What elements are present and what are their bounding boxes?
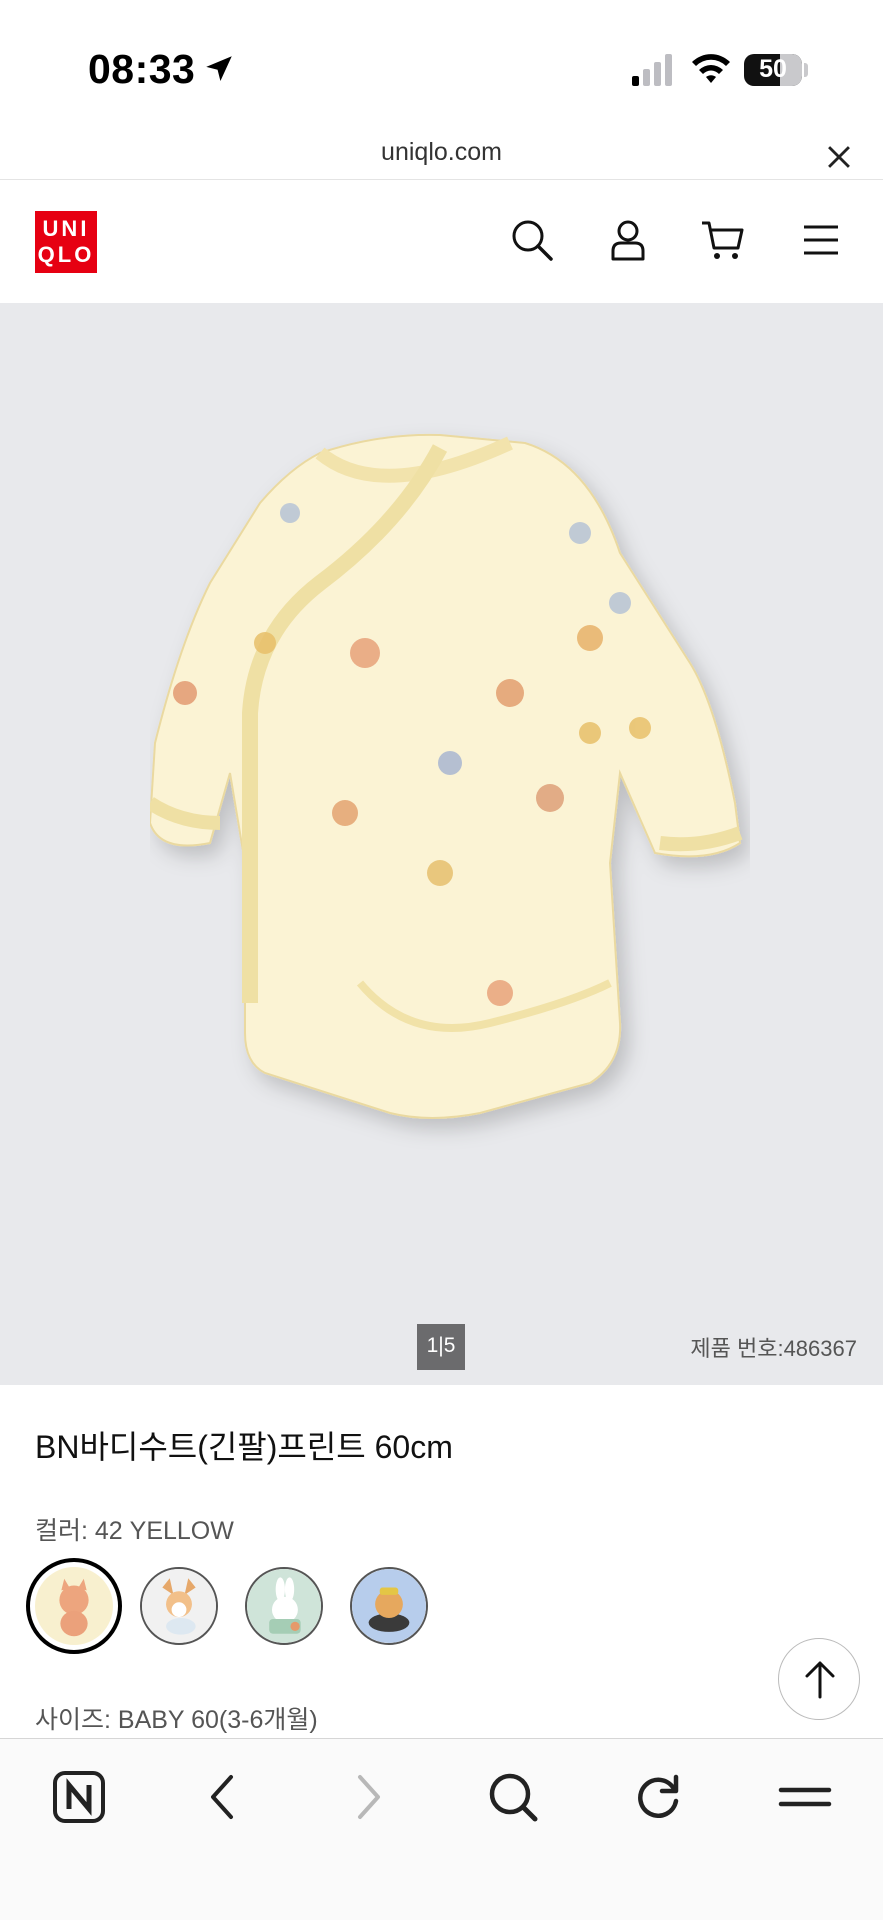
corgi-swatch-image [142, 1569, 216, 1643]
wifi-icon [692, 54, 730, 83]
bunny-swatch-image [247, 1569, 321, 1643]
product-title: BN바디수트(긴팔)프린트 60cm [35, 1429, 453, 1465]
color-swatch-bunny-green[interactable] [245, 1567, 323, 1645]
account-icon[interactable] [603, 215, 653, 265]
product-image[interactable] [150, 423, 750, 1163]
color-swatch-corgi-white[interactable] [140, 1567, 218, 1645]
url-bar[interactable]: uniqlo.com [0, 130, 883, 180]
menu-icon[interactable] [796, 215, 846, 265]
back-icon[interactable] [193, 1767, 253, 1827]
menu-icon[interactable] [775, 1767, 835, 1827]
battery-level: 50 [759, 55, 787, 83]
uniqlo-logo[interactable]: UNI QLO [35, 211, 97, 273]
site-header: UNI QLO [0, 181, 883, 303]
logo-line-1: UNI [42, 216, 90, 241]
browser-toolbar [0, 1738, 883, 1920]
cat-swatch-image [35, 1567, 113, 1645]
product-image-gallery[interactable]: 1|5 제품 번호:486367 [0, 303, 883, 1385]
size-label: 사이즈: BABY 60(3-6개월) [35, 1706, 318, 1734]
color-swatch-hamster-blue[interactable] [350, 1567, 428, 1645]
image-pager: 1|5 [417, 1324, 465, 1370]
color-swatch-cat-yellow[interactable] [26, 1558, 122, 1654]
url-text[interactable]: uniqlo.com [0, 138, 883, 167]
logo-line-2: QLO [37, 242, 95, 267]
battery-nub [804, 63, 808, 77]
cart-icon[interactable] [698, 215, 748, 265]
status-time: 08:33 [88, 46, 196, 92]
close-icon[interactable] [822, 140, 856, 174]
battery-icon: 50 [744, 54, 802, 86]
hamster-swatch-image [352, 1569, 426, 1643]
pager-total: 5 [443, 1334, 456, 1357]
status-bar: 08:33 50 [0, 0, 883, 130]
forward-icon[interactable] [338, 1767, 398, 1827]
reload-icon[interactable] [628, 1767, 688, 1827]
color-label: 컬러: 42 YELLOW [35, 1517, 234, 1545]
pager-current: 1 [426, 1334, 439, 1357]
naver-home-icon[interactable] [49, 1767, 109, 1827]
scroll-to-top-button[interactable] [778, 1638, 860, 1720]
search-icon[interactable] [483, 1767, 543, 1827]
search-icon[interactable] [507, 215, 557, 265]
arrow-up-icon [805, 1661, 835, 1699]
cellular-signal-icon [632, 54, 672, 86]
product-number: 제품 번호:486367 [690, 1336, 857, 1361]
location-arrow-icon [206, 56, 232, 82]
